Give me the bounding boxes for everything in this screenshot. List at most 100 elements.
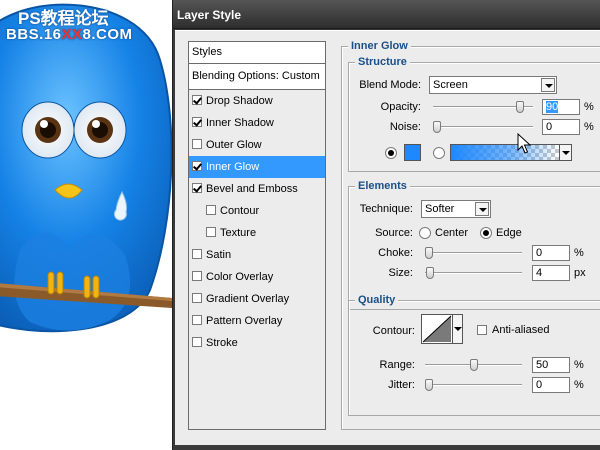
contour-curve-icon <box>422 315 452 343</box>
anti-aliased-checkbox[interactable] <box>477 325 487 335</box>
style-item-checkbox[interactable] <box>192 183 202 194</box>
choke-slider[interactable] <box>425 247 522 259</box>
style-item-label: Gradient Overlay <box>206 293 290 305</box>
style-item-checkbox[interactable] <box>192 315 202 326</box>
jitter-thumb[interactable] <box>425 379 433 391</box>
watermark-url: BBS.16XX8.COM <box>6 26 133 43</box>
style-item-texture[interactable]: Texture <box>189 222 325 244</box>
size-thumb[interactable] <box>426 267 435 279</box>
style-item-label: Satin <box>206 249 232 261</box>
source-label: Source: <box>375 227 413 239</box>
style-item-bevel-and-emboss[interactable]: Bevel and Emboss <box>189 178 325 200</box>
size-slider[interactable] <box>425 267 522 279</box>
style-item-label: Color Overlay <box>206 271 274 283</box>
blend-mode-select[interactable]: Screen <box>429 76 557 94</box>
glow-color-swatch[interactable] <box>404 144 421 161</box>
elements-title: Elements <box>355 180 410 192</box>
solid-color-radio[interactable] <box>385 147 397 159</box>
style-item-checkbox[interactable] <box>192 249 202 260</box>
range-input[interactable]: 50 <box>532 357 570 373</box>
style-item-inner-glow[interactable]: Inner Glow <box>189 156 325 178</box>
opacity-input[interactable]: 90 <box>542 99 580 115</box>
quality-group: Quality Contour: Anti-aliased Range: 50 <box>348 294 600 416</box>
style-item-color-overlay[interactable]: Color Overlay <box>189 266 325 288</box>
style-item-checkbox[interactable] <box>206 205 216 216</box>
style-item-gradient-overlay[interactable]: Gradient Overlay <box>189 288 325 310</box>
blend-mode-value: Screen <box>433 79 468 91</box>
opacity-thumb[interactable] <box>515 101 524 113</box>
range-unit: % <box>574 359 584 371</box>
contour-picker[interactable] <box>421 314 453 344</box>
size-label: Size: <box>388 267 413 279</box>
mouse-cursor-icon <box>517 133 531 154</box>
style-item-checkbox[interactable] <box>192 139 202 150</box>
style-item-label: Texture <box>220 227 257 239</box>
quality-title: Quality <box>355 294 399 306</box>
dialog-titlebar[interactable]: Layer Style <box>173 0 600 29</box>
noise-unit: % <box>584 121 594 133</box>
chevron-down-icon <box>541 78 555 92</box>
style-item-checkbox[interactable] <box>192 95 202 106</box>
contour-dropdown-icon[interactable] <box>453 314 463 344</box>
style-item-checkbox[interactable] <box>192 161 202 172</box>
elements-group: Elements Technique: Softer Source: Cente… <box>348 180 600 310</box>
style-item-label: Stroke <box>206 337 238 349</box>
range-slider[interactable] <box>425 359 522 371</box>
technique-select[interactable]: Softer <box>421 200 491 218</box>
jitter-slider[interactable] <box>425 379 522 391</box>
jitter-input[interactable]: 0 <box>532 377 570 393</box>
choke-input[interactable]: 0 <box>532 245 570 261</box>
glow-gradient-picker[interactable] <box>450 144 560 161</box>
gradient-radio[interactable] <box>433 147 445 159</box>
choke-label: Choke: <box>378 247 413 259</box>
styles-header[interactable]: Styles <box>189 42 325 64</box>
inner-glow-panel: Inner Glow Structure Blend Mode: Screen … <box>341 33 600 433</box>
opacity-label: Opacity: <box>380 101 421 113</box>
blend-mode-label: Blend Mode: <box>359 79 421 91</box>
style-item-checkbox[interactable] <box>206 227 216 238</box>
layer-style-dialog: Layer Style Styles Blending Options: Cus… <box>172 0 600 450</box>
style-item-label: Pattern Overlay <box>206 315 283 327</box>
style-item-label: Outer Glow <box>206 139 262 151</box>
noise-slider[interactable] <box>433 121 533 133</box>
source-edge-label[interactable]: Edge <box>496 227 522 239</box>
noise-track <box>433 126 533 128</box>
range-thumb[interactable] <box>469 359 478 371</box>
range-label: Range: <box>379 359 415 371</box>
size-input[interactable]: 4 <box>532 265 570 281</box>
style-item-contour[interactable]: Contour <box>189 200 325 222</box>
size-track <box>425 272 522 274</box>
style-item-drop-shadow[interactable]: Drop Shadow <box>189 90 325 112</box>
dialog-title: Layer Style <box>177 8 242 22</box>
gradient-dropdown-icon[interactable] <box>560 144 572 161</box>
style-item-inner-shadow[interactable]: Inner Shadow <box>189 112 325 134</box>
choke-thumb[interactable] <box>425 247 433 259</box>
source-center-radio[interactable] <box>419 227 431 239</box>
style-item-checkbox[interactable] <box>192 293 202 304</box>
technique-value: Softer <box>425 203 455 215</box>
size-unit: px <box>574 267 586 279</box>
opacity-slider[interactable] <box>433 101 533 113</box>
choke-track <box>425 252 522 254</box>
anti-aliased-label[interactable]: Anti-aliased <box>492 324 549 336</box>
style-item-pattern-overlay[interactable]: Pattern Overlay <box>189 310 325 332</box>
style-item-label: Drop Shadow <box>206 95 273 107</box>
style-item-stroke[interactable]: Stroke <box>189 332 325 354</box>
bird-artwork: PS教程论坛 BBS.16XX8.COM <box>0 0 172 450</box>
style-item-checkbox[interactable] <box>192 271 202 282</box>
dialog-client: Styles Blending Options: Custom Drop Sha… <box>175 30 600 445</box>
blending-options-item[interactable]: Blending Options: Custom <box>189 64 325 90</box>
style-item-checkbox[interactable] <box>192 117 202 128</box>
opacity-unit: % <box>584 101 594 113</box>
noise-thumb[interactable] <box>433 121 441 133</box>
style-item-satin[interactable]: Satin <box>189 244 325 266</box>
style-item-checkbox[interactable] <box>192 337 202 348</box>
noise-label: Noise: <box>389 121 421 133</box>
jitter-unit: % <box>574 379 584 391</box>
style-item-label: Inner Shadow <box>206 117 274 129</box>
jitter-label: Jitter: <box>388 379 415 391</box>
style-item-outer-glow[interactable]: Outer Glow <box>189 134 325 156</box>
source-center-label[interactable]: Center <box>435 227 468 239</box>
noise-input[interactable]: 0 <box>542 119 580 135</box>
source-edge-radio[interactable] <box>480 227 492 239</box>
